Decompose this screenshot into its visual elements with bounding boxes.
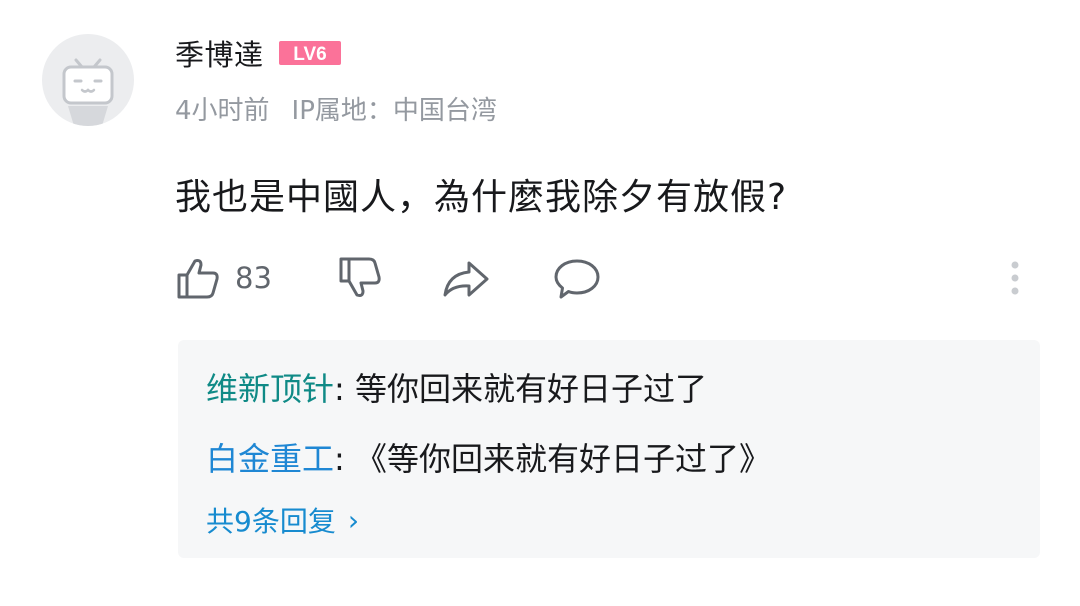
chevron-right-icon: › (347, 503, 360, 537)
level-text: LV6 (293, 44, 326, 65)
dislike-button[interactable] (337, 252, 383, 304)
action-bar: 83 (175, 252, 1035, 304)
comment-card: 季博達 LV6 4小时前 IP属地：中国台湾 我也是中國人，為什麼我除夕有放假?… (0, 0, 1080, 606)
reply-separator: : (334, 370, 345, 408)
reply-count-label: 共9条回复 (206, 505, 336, 538)
thumbs-down-icon (339, 257, 381, 297)
username-row: 季博達 LV6 (175, 32, 342, 74)
reply-author[interactable]: 维新顶针 (206, 370, 334, 408)
thumbs-up-icon (177, 259, 219, 299)
ip-location: IP属地：中国台湾 (291, 96, 497, 126)
more-options-button[interactable] (1007, 252, 1023, 304)
share-icon (443, 261, 489, 297)
share-button[interactable] (441, 252, 491, 304)
reply-preview-box: 维新顶针: 等你回来就有好日子过了 白金重工: 《等你回来就有好日子过了》 共9… (178, 340, 1040, 558)
more-vertical-icon (1011, 261, 1019, 295)
reply-author[interactable]: 白金重工 (206, 440, 334, 478)
reply-separator: : (334, 440, 345, 478)
avatar-tv-icon (62, 58, 114, 126)
comment-meta: 4小时前 IP属地：中国台湾 (175, 90, 497, 127)
level-badge-icon: LV6 (278, 41, 341, 65)
username[interactable]: 季博達 (175, 32, 264, 74)
comment-icon (554, 259, 600, 299)
comment-text: 我也是中國人，為什麼我除夕有放假? (175, 177, 788, 218)
comment-time: 4小时前 (175, 96, 270, 126)
reply-text: 等你回来就有好日子过了 (344, 370, 707, 408)
level-badge: LV6 (278, 40, 342, 66)
reply-button[interactable] (553, 252, 601, 304)
reply-text: 《等你回来就有好日子过了》 (344, 440, 771, 478)
like-button[interactable]: 83 (175, 252, 272, 304)
like-count: 83 (235, 261, 272, 295)
reply-item[interactable]: 维新顶针: 等你回来就有好日子过了 (206, 364, 707, 410)
reply-item[interactable]: 白金重工: 《等你回来就有好日子过了》 (206, 434, 771, 480)
avatar[interactable] (42, 34, 134, 126)
view-all-replies-link[interactable]: 共9条回复 › (206, 500, 359, 540)
